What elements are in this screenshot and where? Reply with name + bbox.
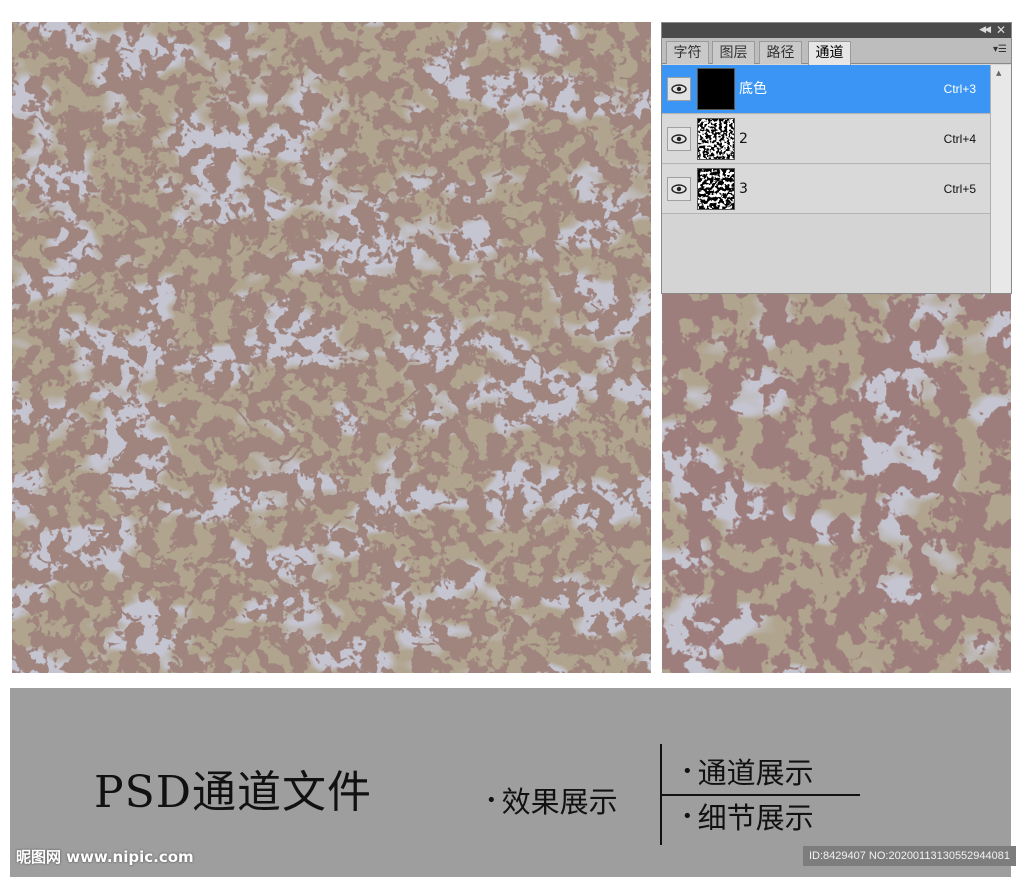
texture-pattern-detail bbox=[662, 294, 1011, 673]
effect-display-label: • 效果展示 bbox=[486, 784, 618, 819]
tab-channels[interactable]: 通道 bbox=[808, 41, 851, 65]
close-icon[interactable]: ✕ bbox=[996, 23, 1006, 37]
eye-icon[interactable] bbox=[667, 177, 691, 201]
bracket-horizontal-line bbox=[660, 794, 860, 796]
channel-list-scrollbar[interactable]: ▲ bbox=[990, 65, 1011, 293]
double-chevron-left-icon[interactable]: ◀◀ bbox=[979, 24, 991, 37]
channel-row-3[interactable]: 3 Ctrl+5 bbox=[662, 165, 990, 214]
bullet-dot: • bbox=[682, 806, 693, 827]
channel-name: 2 bbox=[739, 131, 748, 147]
bullet-dot: • bbox=[486, 790, 497, 811]
channel-name: 底色 bbox=[739, 81, 767, 97]
detail-display-text: 细节展示 bbox=[697, 801, 814, 835]
texture-pattern bbox=[12, 22, 651, 673]
scroll-up-icon[interactable]: ▲ bbox=[996, 69, 1001, 77]
channel-thumbnail bbox=[697, 118, 735, 160]
detail-display-label: • 细节展示 bbox=[682, 800, 814, 835]
channel-thumbnail bbox=[697, 68, 735, 110]
watermark-logo: 昵图网 www.nipic.com bbox=[16, 848, 194, 866]
tab-layers[interactable]: 图层 bbox=[712, 41, 755, 64]
panel-menu-icon[interactable]: ▾☰ bbox=[993, 44, 1007, 55]
banner-title: PSD通道文件 bbox=[94, 767, 373, 818]
watermark-id: ID:8429407 NO:20200113130552944081 bbox=[802, 846, 1016, 866]
effect-display-text: 效果展示 bbox=[501, 785, 618, 819]
channels-panel: ◀◀ ✕ 字符 图层 路径 通道 ▾☰ 底色 Ctrl+3 2 Ctrl+4 3… bbox=[661, 22, 1012, 294]
channel-name: 3 bbox=[739, 181, 748, 197]
eye-icon[interactable] bbox=[667, 127, 691, 151]
panel-tab-bar: 字符 图层 路径 通道 ▾☰ bbox=[662, 38, 1011, 65]
channel-thumbnail bbox=[697, 168, 735, 210]
channel-shortcut: Ctrl+4 bbox=[943, 132, 976, 146]
tab-paths[interactable]: 路径 bbox=[759, 41, 802, 64]
bullet-dot: • bbox=[682, 761, 693, 782]
panel-titlebar: ◀◀ ✕ bbox=[662, 23, 1011, 38]
channel-list: 底色 Ctrl+3 2 Ctrl+4 3 Ctrl+5 bbox=[662, 65, 990, 293]
channel-shortcut: Ctrl+3 bbox=[943, 82, 976, 96]
channel-display-text: 通道展示 bbox=[697, 756, 814, 790]
channel-row-2[interactable]: 2 Ctrl+4 bbox=[662, 115, 990, 164]
tab-character[interactable]: 字符 bbox=[666, 41, 709, 64]
texture-preview-detail bbox=[662, 294, 1011, 673]
texture-preview-main bbox=[12, 22, 651, 673]
channel-display-label: • 通道展示 bbox=[682, 755, 814, 790]
channel-shortcut: Ctrl+5 bbox=[943, 182, 976, 196]
eye-icon[interactable] bbox=[667, 77, 691, 101]
channel-row-base[interactable]: 底色 Ctrl+3 bbox=[662, 65, 990, 114]
